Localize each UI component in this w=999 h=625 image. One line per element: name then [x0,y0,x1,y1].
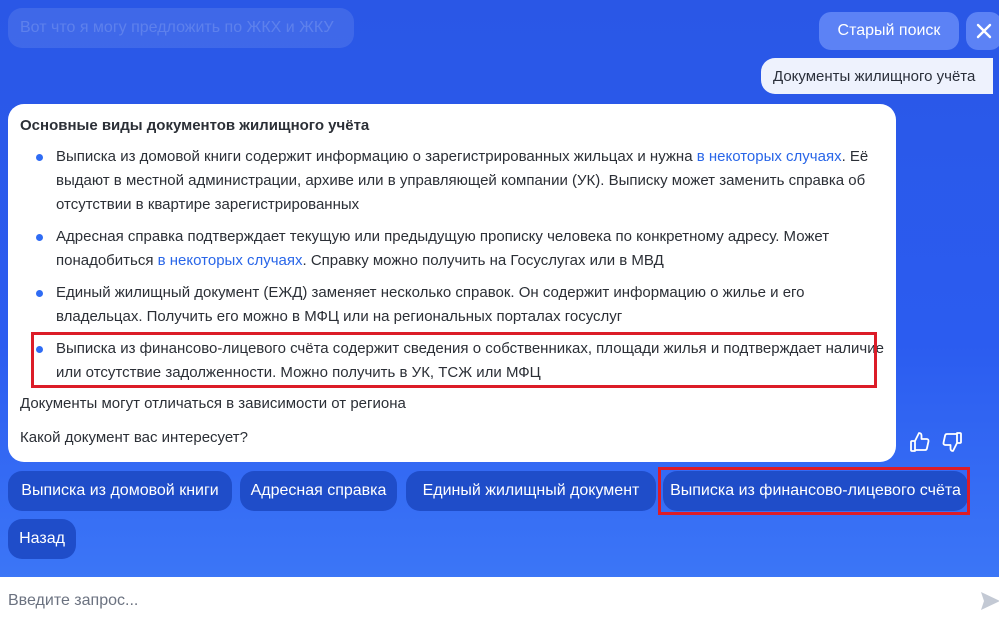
query-input[interactable] [0,577,960,625]
list-item-text: . Справку можно получить на Госуслугах и… [302,252,664,269]
bullet-dot [36,290,43,297]
send-icon[interactable] [978,589,999,613]
assistant-answer: Основные виды документов жилищного учёта… [8,104,896,462]
user-message: Документы жилищного учёта [761,58,994,94]
some-cases-link[interactable]: в некоторых случаях [697,148,842,165]
chip-unified-housing-document[interactable]: Единый жилищный документ [406,471,656,511]
some-cases-link[interactable]: в некоторых случаях [158,252,303,269]
back-button[interactable]: Назад [8,519,76,559]
chip-address-certificate[interactable]: Адресная справка [240,471,397,511]
list-item-text: Единый жилищный документ (ЕЖД) заменяет … [56,284,805,325]
chip-house-book-extract[interactable]: Выписка из домовой книги [8,471,232,511]
close-icon [976,23,992,39]
input-bar [0,577,999,625]
bullet-dot [36,234,43,241]
old-search-button[interactable]: Старый поиск [819,12,959,50]
thumbs-down-icon[interactable] [940,430,964,454]
chip-highlight-box [658,467,970,515]
highlight-box [31,332,877,388]
list-item: Единый жилищный документ (ЕЖД) заменяет … [20,281,884,329]
answer-question: Какой документ вас интересует? [20,429,248,446]
search-hint[interactable]: Вот что я могу предложить по ЖКХ и ЖКУ [8,8,354,48]
list-item: Адресная справка подтверждает текущую ил… [20,225,884,273]
list-item-text: Выписка из домовой книги содержит информ… [56,148,697,165]
region-note: Документы могут отличаться в зависимости… [20,395,406,412]
bullet-dot [36,154,43,161]
close-button[interactable] [966,12,999,50]
thumbs-up-icon[interactable] [908,430,932,454]
list-item: Выписка из домовой книги содержит информ… [20,145,884,217]
answer-title: Основные виды документов жилищного учёта [20,117,370,134]
